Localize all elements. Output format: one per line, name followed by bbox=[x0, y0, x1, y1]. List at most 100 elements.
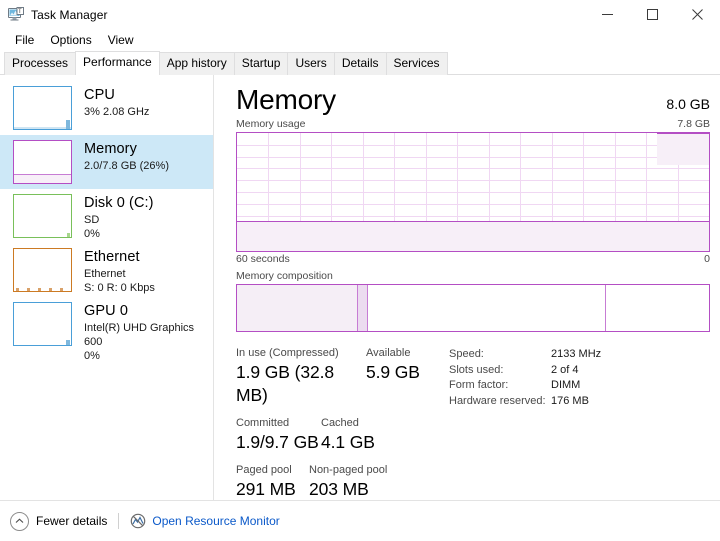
status-separator bbox=[118, 513, 120, 529]
tab-users[interactable]: Users bbox=[287, 52, 335, 75]
minimize-button[interactable] bbox=[585, 0, 630, 29]
composition-divider-2 bbox=[366, 285, 368, 331]
ethernet-mini-ticks bbox=[14, 287, 71, 291]
sidebar-item-gpu0[interactable]: GPU 0 Intel(R) UHD Graphics 600 0% bbox=[0, 297, 213, 362]
spec-hardware-reserved-value: 176 MB bbox=[551, 394, 589, 407]
memory-usage-area bbox=[237, 220, 709, 251]
stat-row-3: Paged pool 291 MB Non-paged pool 203 MB bbox=[236, 463, 446, 501]
fewer-details-button[interactable]: Fewer details bbox=[36, 514, 107, 528]
axis-left-label: 60 seconds bbox=[236, 253, 290, 265]
sidebar-item-ethernet[interactable]: Ethernet Ethernet S: 0 R: 0 Kbps bbox=[0, 243, 213, 297]
composition-divider-1 bbox=[357, 285, 359, 331]
spec-slots-used-value: 2 of 4 bbox=[551, 363, 579, 376]
page-title: Memory bbox=[236, 84, 336, 115]
stat-committed: Committed 1.9/9.7 GB bbox=[236, 416, 321, 454]
tab-performance[interactable]: Performance bbox=[75, 51, 160, 75]
stat-in-use: In use (Compressed) 1.9 GB (32.8 MB) bbox=[236, 346, 366, 407]
stat-cached-value: 4.1 GB bbox=[321, 432, 375, 452]
axis-right-label: 0 bbox=[704, 253, 710, 265]
stat-in-use-value: 1.9 GB (32.8 MB) bbox=[236, 362, 335, 405]
sidebar-item-ethernet-sub2: S: 0 R: 0 Kbps bbox=[84, 282, 155, 294]
stat-non-paged-pool-value: 203 MB bbox=[309, 479, 369, 499]
memory-composition-bar[interactable] bbox=[236, 284, 710, 332]
content-area: CPU 3% 2.08 GHz Memory 2.0/7.8 GB (26%) … bbox=[0, 75, 720, 522]
stat-available-value: 5.9 GB bbox=[366, 362, 420, 382]
composition-divider-3 bbox=[605, 285, 607, 331]
open-resource-monitor-link[interactable]: Open Resource Monitor bbox=[152, 514, 279, 528]
sidebar-item-gpu0-sub1: Intel(R) UHD Graphics 600 bbox=[84, 322, 195, 348]
sidebar-item-ethernet-text: Ethernet Ethernet S: 0 R: 0 Kbps bbox=[84, 248, 155, 295]
close-button[interactable] bbox=[675, 0, 720, 29]
spec-form-factor-label: Form factor: bbox=[449, 379, 509, 391]
memory-stats: In use (Compressed) 1.9 GB (32.8 MB) Ava… bbox=[236, 346, 710, 510]
sidebar-item-cpu-title: CPU bbox=[84, 87, 115, 103]
tab-details[interactable]: Details bbox=[333, 52, 387, 75]
sidebar-item-ethernet-sub1: Ethernet bbox=[84, 268, 126, 280]
stat-paged-pool-value: 291 MB bbox=[236, 479, 296, 499]
sidebar-item-memory-title: Memory bbox=[84, 141, 137, 157]
maximize-button[interactable] bbox=[630, 0, 675, 29]
title-bar: T Task Manager bbox=[0, 0, 720, 29]
memory-usage-chart bbox=[236, 132, 710, 252]
sidebar-item-disk0-sub2: 0% bbox=[84, 228, 100, 240]
sidebar-item-disk0-text: Disk 0 (C:) SD 0% bbox=[84, 194, 154, 241]
menu-item-file[interactable]: File bbox=[7, 31, 42, 50]
sidebar-item-gpu0-sub2: 0% bbox=[84, 350, 100, 362]
memory-usage-caption-row: Memory usage 7.8 GB bbox=[236, 118, 710, 130]
sidebar-item-memory-sub1: 2.0/7.8 GB (26%) bbox=[84, 160, 169, 172]
chevron-up-icon[interactable] bbox=[10, 511, 29, 531]
menu-bar: File Options View bbox=[0, 29, 720, 51]
tab-processes[interactable]: Processes bbox=[4, 52, 77, 75]
spec-row-form-factor: Form factor: DIMM bbox=[449, 378, 601, 394]
ethernet-mini-graph bbox=[13, 248, 72, 292]
sidebar-item-ethernet-title: Ethernet bbox=[84, 249, 140, 265]
stat-non-paged-pool-label: Non-paged pool bbox=[309, 464, 388, 476]
menu-item-view[interactable]: View bbox=[100, 31, 142, 50]
memory-usage-area-step bbox=[657, 133, 709, 166]
memory-stats-left: In use (Compressed) 1.9 GB (32.8 MB) Ava… bbox=[236, 346, 446, 510]
memory-header: Memory 8.0 GB bbox=[236, 83, 710, 116]
sidebar-item-gpu0-text: GPU 0 Intel(R) UHD Graphics 600 0% bbox=[84, 302, 213, 363]
spec-speed-label: Speed: bbox=[449, 348, 484, 360]
memory-detail-panel: Memory 8.0 GB Memory usage 7.8 GB 60 sec… bbox=[214, 75, 720, 522]
cpu-mini-spike bbox=[66, 120, 70, 129]
menu-item-options[interactable]: Options bbox=[42, 31, 99, 50]
memory-usage-axis: 60 seconds 0 bbox=[236, 253, 710, 265]
sidebar-item-disk0-sub1: SD bbox=[84, 214, 100, 226]
cpu-mini-fill bbox=[14, 127, 71, 129]
stat-available-label: Available bbox=[366, 347, 411, 359]
gpu-mini-spike bbox=[66, 340, 70, 345]
memory-specs: Speed: 2133 MHz Slots used: 2 of 4 Form … bbox=[446, 346, 601, 510]
stat-cached-label: Cached bbox=[321, 417, 359, 429]
sidebar-item-memory-text: Memory 2.0/7.8 GB (26%) bbox=[84, 140, 169, 173]
tab-startup[interactable]: Startup bbox=[233, 52, 289, 75]
composition-segment-modified bbox=[357, 285, 367, 331]
gpu-mini-graph bbox=[13, 302, 72, 346]
memory-mini-fill bbox=[14, 174, 71, 183]
sidebar-item-memory[interactable]: Memory 2.0/7.8 GB (26%) bbox=[0, 135, 213, 189]
task-manager-icon: T bbox=[8, 6, 24, 23]
sidebar-item-cpu[interactable]: CPU 3% 2.08 GHz bbox=[0, 81, 213, 135]
tab-services[interactable]: Services bbox=[385, 52, 448, 75]
spec-form-factor-value: DIMM bbox=[551, 379, 581, 391]
stat-row-2: Committed 1.9/9.7 GB Cached 4.1 GB bbox=[236, 416, 446, 454]
memory-mini-graph bbox=[13, 140, 72, 184]
memory-composition-label: Memory composition bbox=[236, 270, 333, 282]
spec-row-hardware-reserved: Hardware reserved: 176 MB bbox=[449, 394, 601, 410]
resource-monitor-icon bbox=[130, 513, 146, 529]
memory-usage-label: Memory usage bbox=[236, 118, 306, 130]
sidebar-item-cpu-text: CPU 3% 2.08 GHz bbox=[84, 86, 149, 119]
sidebar-item-disk0-title: Disk 0 (C:) bbox=[84, 195, 154, 211]
composition-segment-in-use bbox=[237, 285, 358, 331]
sidebar-item-disk0[interactable]: Disk 0 (C:) SD 0% bbox=[0, 189, 213, 243]
stat-committed-value: 1.9/9.7 GB bbox=[236, 432, 319, 452]
stat-non-paged-pool: Non-paged pool 203 MB bbox=[309, 463, 387, 501]
svg-text:T: T bbox=[18, 9, 22, 15]
spec-row-slots-used: Slots used: 2 of 4 bbox=[449, 363, 601, 379]
stat-row-1: In use (Compressed) 1.9 GB (32.8 MB) Ava… bbox=[236, 346, 446, 407]
disk-mini-graph bbox=[13, 194, 72, 238]
performance-sidebar: CPU 3% 2.08 GHz Memory 2.0/7.8 GB (26%) … bbox=[0, 75, 214, 522]
tab-app-history[interactable]: App history bbox=[158, 52, 235, 75]
status-bar: Fewer details Open Resource Monitor bbox=[0, 500, 720, 541]
spec-hardware-reserved-label: Hardware reserved: bbox=[449, 394, 546, 407]
